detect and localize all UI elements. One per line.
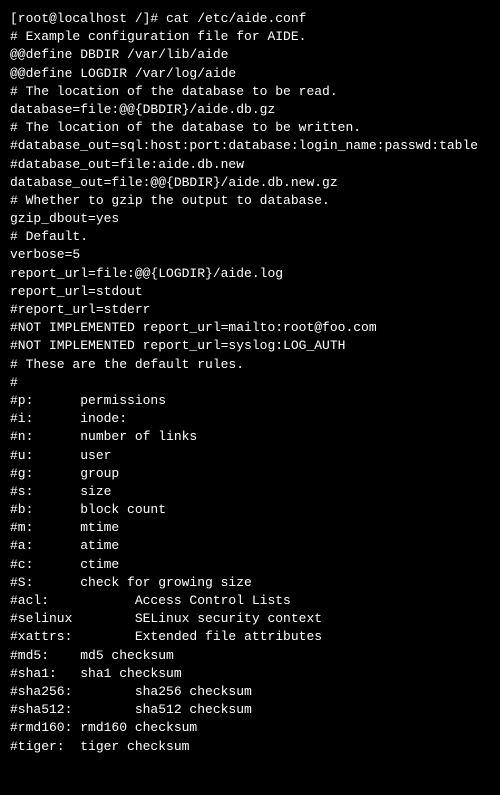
output-line: #database_out=sql:host:port:database:log…	[10, 137, 490, 155]
output-line: #acl: Access Control Lists	[10, 592, 490, 610]
command-line: [root@localhost /]# cat /etc/aide.conf	[10, 10, 490, 28]
output-line: #n: number of links	[10, 428, 490, 446]
output-line: #a: atime	[10, 537, 490, 555]
output-line: database_out=file:@@{DBDIR}/aide.db.new.…	[10, 174, 490, 192]
output-line: #sha512: sha512 checksum	[10, 701, 490, 719]
output-line: #database_out=file:aide.db.new	[10, 156, 490, 174]
file-contents: # Example configuration file for AIDE.@@…	[10, 28, 490, 756]
output-line: #selinux SELinux security context	[10, 610, 490, 628]
output-line: #m: mtime	[10, 519, 490, 537]
output-line: verbose=5	[10, 246, 490, 264]
output-line: gzip_dbout=yes	[10, 210, 490, 228]
output-line: @@define DBDIR /var/lib/aide	[10, 46, 490, 64]
output-line: #report_url=stderr	[10, 301, 490, 319]
output-line: report_url=file:@@{LOGDIR}/aide.log	[10, 265, 490, 283]
output-line: #rmd160: rmd160 checksum	[10, 719, 490, 737]
output-line: #u: user	[10, 447, 490, 465]
output-line: # The location of the database to be rea…	[10, 83, 490, 101]
output-line: # The location of the database to be wri…	[10, 119, 490, 137]
output-line: #s: size	[10, 483, 490, 501]
typed-command: cat /etc/aide.conf	[166, 11, 306, 26]
output-line: #c: ctime	[10, 556, 490, 574]
output-line: report_url=stdout	[10, 283, 490, 301]
output-line: # Whether to gzip the output to database…	[10, 192, 490, 210]
terminal-output[interactable]: [root@localhost /]# cat /etc/aide.conf# …	[10, 10, 490, 756]
output-line: database=file:@@{DBDIR}/aide.db.gz	[10, 101, 490, 119]
output-line: # Example configuration file for AIDE.	[10, 28, 490, 46]
shell-prompt: [root@localhost /]#	[10, 11, 166, 26]
output-line: #sha1: sha1 checksum	[10, 665, 490, 683]
output-line: #g: group	[10, 465, 490, 483]
output-line: #b: block count	[10, 501, 490, 519]
output-line: #sha256: sha256 checksum	[10, 683, 490, 701]
output-line: #tiger: tiger checksum	[10, 738, 490, 756]
output-line: #xattrs: Extended file attributes	[10, 628, 490, 646]
output-line: # These are the default rules.	[10, 356, 490, 374]
output-line: #	[10, 374, 490, 392]
output-line: #S: check for growing size	[10, 574, 490, 592]
output-line: #md5: md5 checksum	[10, 647, 490, 665]
output-line: @@define LOGDIR /var/log/aide	[10, 65, 490, 83]
output-line: #NOT IMPLEMENTED report_url=syslog:LOG_A…	[10, 337, 490, 355]
output-line: # Default.	[10, 228, 490, 246]
output-line: #p: permissions	[10, 392, 490, 410]
output-line: #i: inode:	[10, 410, 490, 428]
output-line: #NOT IMPLEMENTED report_url=mailto:root@…	[10, 319, 490, 337]
